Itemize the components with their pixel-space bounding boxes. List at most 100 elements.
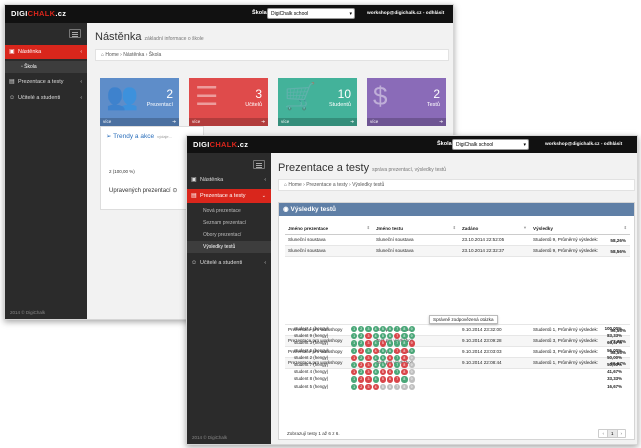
correct-answer-dot[interactable]: 6 [386,333,394,340]
tile-studentu[interactable]: 🛒 10 Studentů více ➔ [278,78,357,126]
wrong-answer-dot[interactable]: 5 [379,340,386,347]
correct-answer-dot[interactable]: 9 [408,347,415,354]
wrong-answer-dot[interactable]: 8 [401,347,408,354]
unanswered-dot[interactable]: 9 [408,383,415,390]
wrong-answer-dot[interactable]: 2 [358,383,365,390]
tile-testu[interactable]: $ 2 Testů více ➔ [367,78,446,126]
correct-answer-dot[interactable]: 1 [351,333,358,340]
correct-answer-dot[interactable]: 2 [358,333,365,340]
wrong-answer-dot[interactable]: 4 [372,347,379,354]
correct-answer-dot[interactable]: 3 [365,347,372,354]
correct-answer-dot[interactable]: 4 [372,326,379,333]
user-logout-link[interactable]: workshop@digichalk.cz - odhlásit [545,142,622,147]
correct-answer-dot[interactable]: 9 [408,326,415,333]
column-header[interactable]: Výsledky ⇕ [530,223,630,235]
correct-answer-dot[interactable]: 5 [379,326,386,333]
wrong-answer-dot[interactable]: 7 [394,347,401,354]
correct-answer-dot[interactable]: 3 [365,326,372,333]
arrow-circle-icon[interactable]: ⊙ [172,188,177,194]
tile-more-link[interactable]: více ➔ [367,118,446,126]
tile-prezentaci[interactable]: 👥 2 Prezentací více ➔ [100,78,179,126]
unanswered-dot[interactable]: 9 [408,369,415,376]
school-select[interactable]: DigiChalk school ▾ [267,8,355,19]
correct-answer-dot[interactable]: 1 [351,376,358,383]
sidebar-item-vysledky-testu[interactable]: Výsledky testů [187,241,271,253]
page-button[interactable]: 1 [606,430,617,437]
wrong-answer-dot[interactable]: 3 [365,333,372,340]
sidebar-item-obory-prezentaci[interactable]: Obory prezentací [187,229,271,241]
correct-answer-dot[interactable]: 1 [351,326,358,333]
correct-answer-dot[interactable]: 7 [394,326,401,333]
wrong-answer-dot[interactable]: 2 [358,347,365,354]
correct-answer-dot[interactable]: 5 [379,354,386,361]
unanswered-dot[interactable]: 9 [408,376,415,383]
tile-more-link[interactable]: více ➔ [189,118,268,126]
wrong-answer-dot[interactable]: 6 [386,361,394,369]
wrong-answer-dot[interactable]: 3 [365,361,372,369]
column-header[interactable]: Jméno prezentace ⇕ [285,223,373,235]
tile-more-link[interactable]: více ➔ [100,118,179,126]
table-row[interactable]: Sluneční soustava Sluneční soustava 23.1… [285,234,630,246]
wrong-answer-dot[interactable]: 1 [351,354,358,361]
correct-answer-dot[interactable]: 5 [379,347,386,354]
sidebar-item-prezentace[interactable]: ▤ Prezentace a testy ⌄ [187,189,271,203]
logo[interactable]: DIGICHALK.cz [11,9,66,18]
wrong-answer-dot[interactable]: 8 [401,361,408,369]
user-logout-link[interactable]: workshop@digichalk.cz - odhlásit [367,11,444,16]
wrong-answer-dot[interactable]: 3 [365,340,372,347]
sidebar-item-nova-prezentace[interactable]: Nová prezentace [187,205,271,217]
correct-answer-dot[interactable]: 4 [372,354,379,361]
breadcrumb-item[interactable]: Nástěnka [123,52,144,58]
correct-answer-dot[interactable]: 8 [401,333,408,340]
unanswered-dot[interactable]: 9 [408,354,415,361]
correct-answer-dot[interactable]: 4 [372,376,379,383]
sidebar-item-nastenka[interactable]: ▣ Nástěnka ‹ [187,173,271,187]
wrong-answer-dot[interactable]: 3 [365,369,372,376]
wrong-answer-dot[interactable]: 6 [386,376,394,383]
correct-answer-dot[interactable]: 1 [351,361,358,369]
wrong-answer-dot[interactable]: 9 [408,340,415,347]
correct-answer-dot[interactable]: 8 [401,340,408,347]
tile-more-link[interactable]: více ➔ [278,118,357,126]
sidebar-item-ucitele[interactable]: ☺ Učitelé a studenti ‹ [5,91,87,105]
unanswered-dot[interactable]: 7 [394,383,401,390]
wrong-answer-dot[interactable]: 6 [386,369,394,376]
correct-answer-dot[interactable]: 7 [394,361,401,369]
correct-answer-dot[interactable]: 4 [372,369,379,376]
school-select[interactable]: DigiChalk school ▾ [452,139,529,150]
wrong-answer-dot[interactable]: 3 [365,383,372,390]
breadcrumb-item[interactable]: Prezentace a testy [306,182,347,188]
correct-answer-dot[interactable]: 6 [386,340,394,347]
table-row[interactable]: Sluneční soustava Sluneční soustava 23.1… [285,245,630,257]
correct-answer-dot[interactable]: 4 [372,333,379,340]
correct-answer-dot[interactable]: 1 [351,383,358,390]
wrong-answer-dot[interactable]: 3 [365,376,372,383]
wrong-answer-dot[interactable]: 7 [394,376,401,383]
unanswered-dot[interactable]: 5 [379,383,386,390]
breadcrumb-home[interactable]: Home [105,52,118,58]
correct-answer-dot[interactable]: 2 [358,340,365,347]
correct-answer-dot[interactable]: 2 [358,354,365,361]
correct-answer-dot[interactable]: 6 [386,326,394,333]
correct-answer-dot[interactable]: 5 [379,333,386,340]
correct-answer-dot[interactable]: 1 [351,347,358,354]
wrong-answer-dot[interactable]: 2 [358,376,365,383]
unanswered-dot[interactable]: 8 [401,383,408,390]
logo[interactable]: DIGICHALK.cz [193,140,248,149]
column-header[interactable]: Zadáno ▼ [459,223,530,235]
correct-answer-dot[interactable]: 4 [372,361,379,369]
wrong-answer-dot[interactable]: 5 [379,376,386,383]
correct-answer-dot[interactable]: 8 [401,376,408,383]
wrong-answer-dot[interactable]: 6 [386,354,394,361]
wrong-answer-dot[interactable]: 8 [401,369,408,376]
wrong-answer-dot[interactable]: 1 [351,369,358,376]
correct-answer-dot[interactable]: 2 [358,326,365,333]
sidebar-item-prezentace[interactable]: ▤ Prezentace a testy ‹ [5,75,87,89]
sidebar-item-seznam-prezentaci[interactable]: Seznam prezentací [187,217,271,229]
next-page-button[interactable]: › [616,430,626,437]
correct-answer-dot[interactable]: 7 [394,354,401,361]
correct-answer-dot[interactable]: 5 [379,361,386,369]
tile-ucitelu[interactable]: ☰ 3 Učitelů více ➔ [189,78,268,126]
correct-answer-dot[interactable]: 7 [394,340,401,347]
unanswered-dot[interactable]: 9 [408,361,415,369]
